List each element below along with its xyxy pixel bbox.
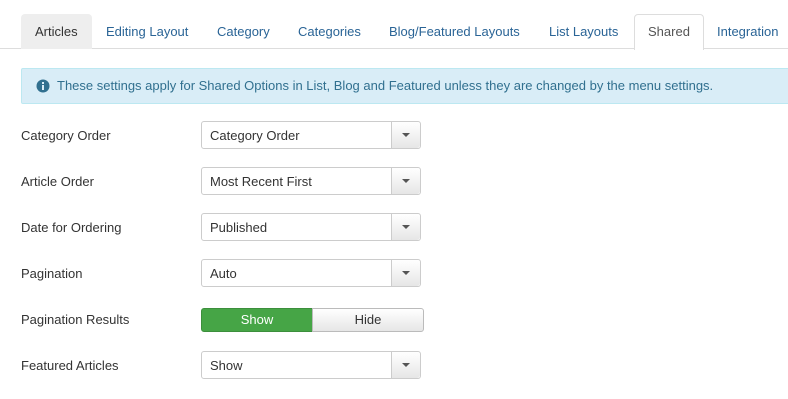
featured-articles-dropdown-button[interactable] [391,352,420,378]
tab-blog-featured-layouts[interactable]: Blog/Featured Layouts [375,14,534,49]
info-alert: These settings apply for Shared Options … [21,68,788,104]
article-order-label: Article Order [21,174,94,189]
tab-integration[interactable]: Integration [703,14,788,49]
category-order-dropdown-button[interactable] [391,122,420,148]
pagination-dropdown-button[interactable] [391,260,420,286]
chevron-down-icon [402,133,410,137]
date-for-ordering-select[interactable]: Published [201,213,421,241]
field-article-order: Article Order Most Recent First [0,167,788,197]
tab-categories[interactable]: Categories [284,14,375,49]
date-for-ordering-label: Date for Ordering [21,220,122,235]
date-for-ordering-value: Published [210,220,268,235]
pagination-select[interactable]: Auto [201,259,421,287]
pagination-results-hide-button[interactable]: Hide [312,308,424,332]
pagination-value: Auto [210,266,237,281]
chevron-down-icon [402,271,410,275]
options-tab-bar: Articles Editing Layout Category Categor… [0,0,788,50]
tab-category[interactable]: Category [203,14,284,49]
pagination-label: Pagination [21,266,83,281]
info-icon [36,79,50,93]
tab-editing-layout[interactable]: Editing Layout [92,14,202,49]
featured-articles-value: Show [210,358,243,373]
pagination-results-show-button[interactable]: Show [201,308,313,332]
chevron-down-icon [402,225,410,229]
info-alert-text: These settings apply for Shared Options … [57,78,714,93]
field-category-order: Category Order Category Order [0,121,788,151]
date-for-ordering-dropdown-button[interactable] [391,214,420,240]
pagination-results-label: Pagination Results [21,312,130,327]
field-featured-articles: Featured Articles Show [0,351,788,381]
featured-articles-label: Featured Articles [21,358,119,373]
category-order-select[interactable]: Category Order [201,121,421,149]
article-order-value: Most Recent First [210,174,312,189]
category-order-value: Category Order [210,128,300,143]
article-order-dropdown-button[interactable] [391,168,420,194]
field-pagination: Pagination Auto [0,259,788,289]
chevron-down-icon [402,363,410,367]
tab-articles[interactable]: Articles [21,14,92,49]
field-date-for-ordering: Date for Ordering Published [0,213,788,243]
featured-articles-select[interactable]: Show [201,351,421,379]
field-pagination-results: Pagination Results Show Hide [0,308,788,338]
chevron-down-icon [402,179,410,183]
category-order-label: Category Order [21,128,111,143]
tab-list-layouts[interactable]: List Layouts [535,14,632,49]
pagination-results-toggle: Show Hide [201,308,424,332]
article-order-select[interactable]: Most Recent First [201,167,421,195]
tab-shared[interactable]: Shared [634,14,704,50]
